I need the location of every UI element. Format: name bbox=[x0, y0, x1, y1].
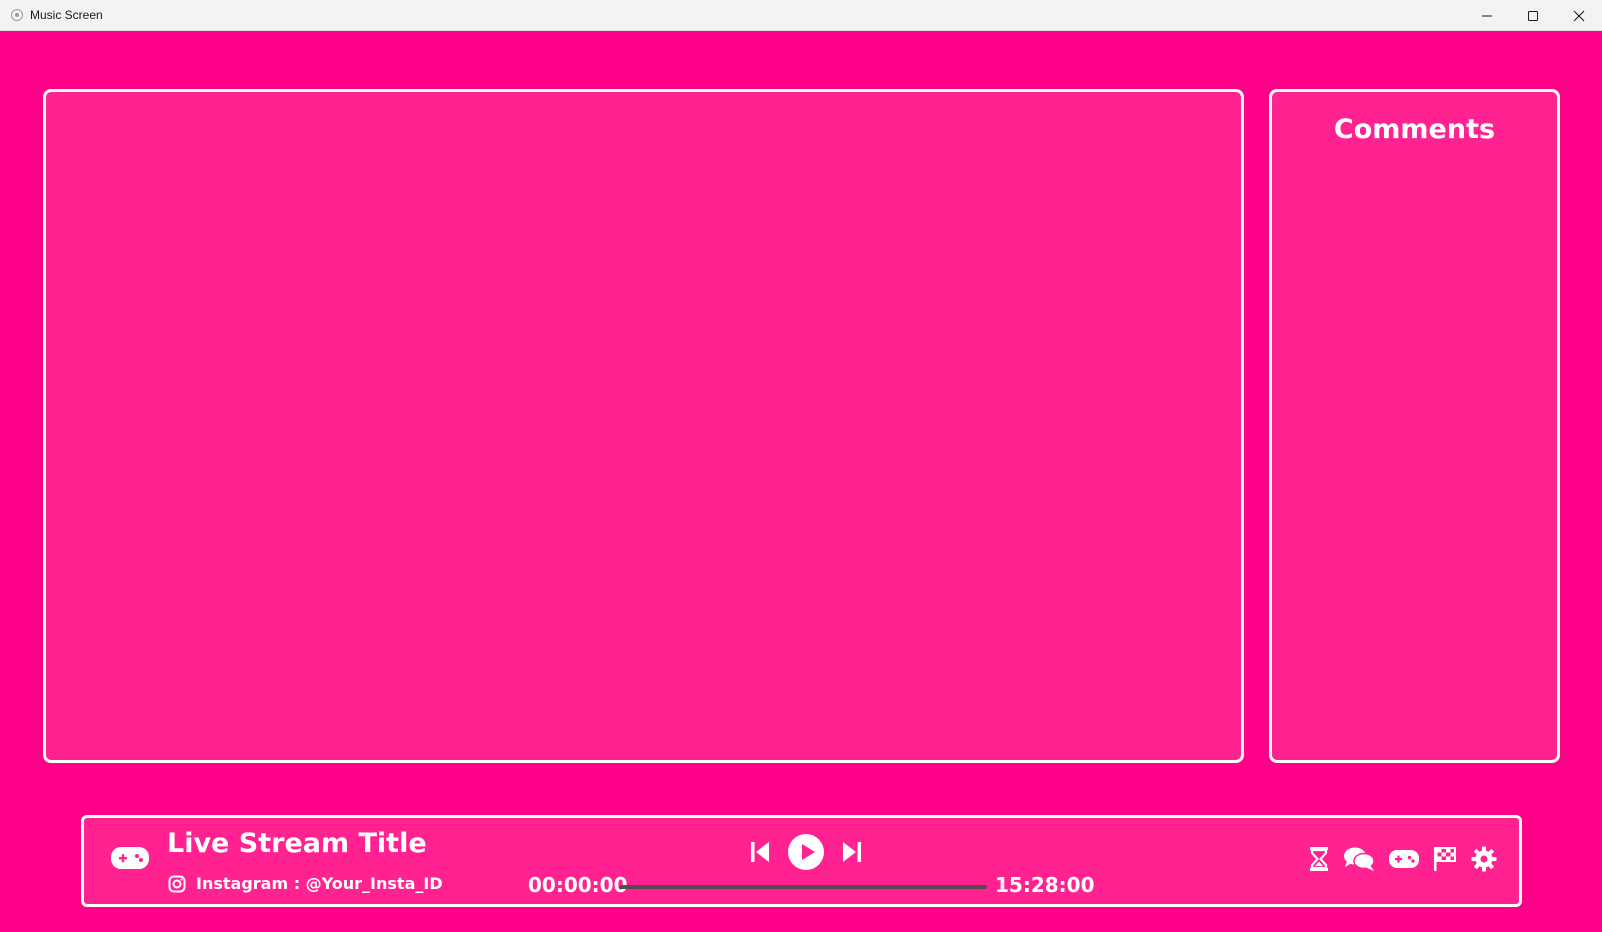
race-button[interactable] bbox=[1433, 846, 1457, 872]
window-title: Music Screen bbox=[30, 8, 103, 22]
progress-bar[interactable] bbox=[619, 885, 987, 889]
comments-title: Comments bbox=[1333, 114, 1496, 145]
maximize-button[interactable] bbox=[1510, 0, 1556, 31]
comments-panel: Comments bbox=[1269, 89, 1560, 763]
app-icon bbox=[10, 8, 24, 22]
hourglass-icon bbox=[1310, 847, 1328, 871]
close-button[interactable] bbox=[1556, 0, 1602, 31]
minimize-button[interactable] bbox=[1464, 0, 1510, 31]
right-toolbar bbox=[1295, 846, 1497, 872]
gamepad-icon bbox=[1389, 850, 1419, 868]
time-current: 00:00:00 bbox=[528, 873, 628, 897]
close-icon bbox=[1573, 10, 1585, 21]
checkered-flag-icon bbox=[1434, 847, 1456, 871]
instagram-label: Instagram : @Your_Insta_ID bbox=[196, 874, 443, 893]
instagram-handle[interactable]: Instagram : @Your_Insta_ID bbox=[168, 874, 443, 893]
player-bar: Live Stream Title Instagram : @Your_Inst… bbox=[81, 815, 1522, 907]
gamepad-icon bbox=[111, 845, 149, 875]
transport-controls bbox=[748, 834, 864, 870]
video-panel bbox=[43, 89, 1244, 763]
chat-icon bbox=[1344, 847, 1375, 871]
chat-button[interactable] bbox=[1343, 846, 1375, 872]
stage: Comments Live Stream Title Instagram : @… bbox=[0, 31, 1602, 932]
minimize-icon bbox=[1482, 15, 1492, 16]
previous-icon bbox=[751, 842, 769, 862]
window-controls bbox=[1464, 0, 1602, 31]
game-button[interactable] bbox=[1389, 849, 1419, 869]
time-total: 15:28:00 bbox=[995, 873, 1095, 897]
play-button[interactable] bbox=[788, 834, 824, 870]
maximize-icon bbox=[1528, 10, 1538, 21]
instagram-icon bbox=[168, 875, 186, 893]
timer-button[interactable] bbox=[1309, 846, 1329, 872]
previous-button[interactable] bbox=[748, 840, 772, 864]
play-icon bbox=[788, 834, 824, 870]
settings-button[interactable] bbox=[1471, 846, 1497, 872]
stream-title: Live Stream Title bbox=[167, 828, 427, 859]
gear-icon bbox=[1471, 846, 1497, 872]
title-bar: Music Screen bbox=[0, 0, 1602, 31]
next-icon bbox=[843, 842, 861, 862]
next-button[interactable] bbox=[840, 840, 864, 864]
